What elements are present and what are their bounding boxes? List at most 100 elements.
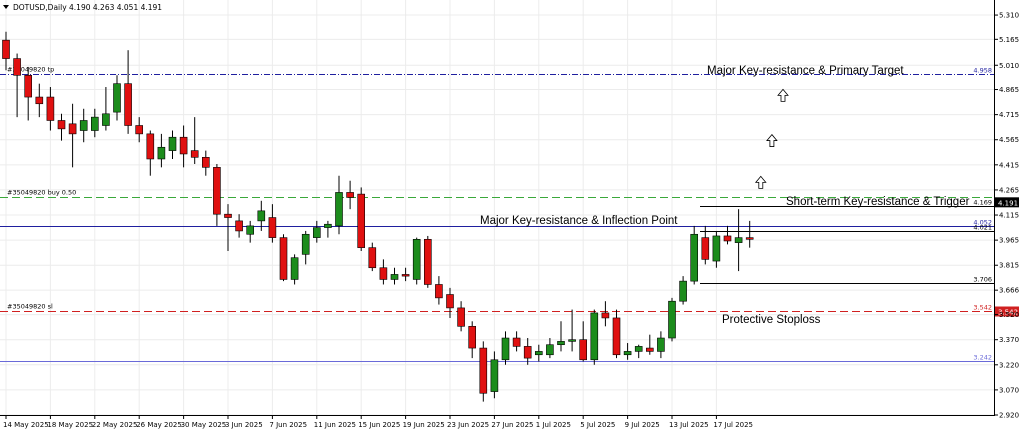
candle-body (335, 192, 343, 227)
price-tick-label: 5.165 (999, 36, 1019, 44)
price-tick-label: 3.666 (999, 287, 1020, 295)
candle-body (612, 317, 621, 356)
price-tick-label: 4.715 (999, 111, 1019, 119)
candle-body (435, 284, 443, 299)
candle-body (523, 346, 532, 359)
candle-body (79, 120, 88, 131)
candle (357, 187, 366, 252)
candle-body (213, 167, 221, 215)
candle-body (257, 210, 266, 222)
candle-body (157, 146, 166, 160)
candle-body (202, 156, 210, 168)
price-tick-label: 5.310 (999, 12, 1019, 20)
candle-body (290, 257, 299, 280)
candle-body (512, 337, 521, 347)
candle-body (390, 274, 399, 280)
candle-body (623, 351, 632, 356)
order-label: #35049820 sl (7, 303, 53, 311)
time-tick-label: 23 Jun 2025 (447, 421, 489, 429)
candle-body (657, 337, 665, 352)
candle-body (135, 125, 143, 135)
candle-body (534, 351, 543, 356)
annotation-primary-target: Major Key-resistance & Primary Target (707, 65, 904, 77)
price-tick-label: 4.265 (999, 186, 1019, 194)
candle-body (2, 39, 10, 59)
candle-body (124, 83, 132, 126)
time-tick-label: 22 May 2025 (92, 421, 138, 429)
price-tick-label: 2.920 (999, 412, 1019, 420)
candle-body (601, 312, 610, 319)
candle-body (24, 75, 33, 98)
candle-body (712, 235, 721, 262)
price-tick-label: 4.115 (999, 212, 1019, 220)
candle-body (734, 237, 743, 243)
current-price-label: 4.191 (998, 199, 1018, 207)
candle-body (479, 347, 488, 394)
price-tick-label: 4.565 (999, 136, 1019, 144)
time-tick-label: 1 Jul 2025 (536, 421, 571, 429)
candle-body (690, 233, 699, 282)
candle-body (190, 150, 199, 158)
candle-body (146, 133, 155, 160)
candle-body (246, 225, 254, 235)
candle-body (590, 312, 599, 361)
candle-body (579, 339, 588, 361)
candle-body (113, 83, 121, 113)
annotation-stoploss: Protective Stoploss (722, 314, 821, 326)
time-tick-label: 30 May 2025 (181, 421, 227, 429)
candle-body (46, 96, 55, 121)
price-tick-label: 3.070 (999, 386, 1019, 394)
level-price-label: 4.958 (973, 67, 992, 75)
candle-body (68, 123, 77, 135)
price-tick-label: 3.370 (999, 336, 1019, 344)
time-tick-label: 17 Jul 2025 (713, 421, 753, 429)
time-tick-label: 26 May 2025 (136, 421, 182, 429)
candle-body (91, 116, 99, 131)
candle-body (446, 294, 454, 309)
candle-body (634, 346, 643, 352)
time-tick-label: 3 Jun 2025 (225, 421, 263, 429)
time-tick-label: 9 Jul 2025 (625, 421, 660, 429)
level-price-label: 4.021 (973, 224, 992, 232)
price-tick-label: 3.965 (999, 237, 1019, 245)
candle-body (701, 237, 710, 260)
candle-body (668, 300, 676, 339)
candle-body (346, 192, 354, 198)
time-tick-label: 11 Jun 2025 (314, 421, 356, 429)
candle-body (401, 274, 410, 277)
candle (423, 235, 432, 288)
candle (690, 225, 699, 285)
candle-body (35, 96, 44, 105)
order-label: #35049820 buy 0.50 (7, 189, 76, 197)
time-tick-label: 13 Jul 2025 (669, 421, 709, 429)
price-tick-label: 5.010 (999, 62, 1019, 70)
candle-body (645, 347, 654, 352)
candle-body (468, 326, 477, 349)
candle-body (57, 120, 66, 130)
candle-body (13, 58, 21, 76)
candle-body (268, 217, 277, 238)
candle-body (301, 233, 310, 255)
candle-body (490, 359, 499, 392)
candle-body (557, 341, 565, 346)
candle-body (379, 267, 388, 280)
candle-body (501, 337, 510, 361)
candle-body (224, 213, 232, 218)
candle-body (368, 247, 377, 269)
price-tick-label: 4.865 (999, 86, 1019, 94)
candle (412, 237, 421, 285)
candle-body (745, 237, 754, 240)
candle (479, 341, 488, 402)
candle-body (235, 220, 243, 232)
candle-body (723, 235, 732, 242)
candle-body (102, 113, 110, 126)
price-tick-label: 3.815 (999, 262, 1019, 270)
candle-body (412, 238, 421, 280)
level-price-label: 4.169 (973, 199, 992, 207)
price-tick-label: 3.520 (999, 311, 1019, 319)
candle-body (679, 280, 687, 302)
chart-canvas[interactable]: 4.958#35049820 tp4.1694.0524.0213.7063.5… (0, 0, 1024, 433)
candle-body (279, 237, 288, 280)
price-chart[interactable]: 4.958 #35049820 tp 4.169 4.052 4.021 3.706 3.5… (0, 0, 1024, 433)
time-tick-label: 19 Jun 2025 (403, 421, 445, 429)
